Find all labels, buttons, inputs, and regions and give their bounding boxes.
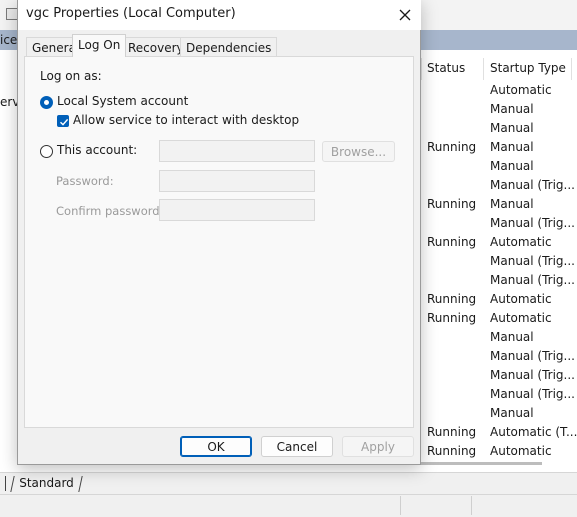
dialog-title-bar[interactable]: vgc Properties (Local Computer) xyxy=(18,0,421,30)
service-startup-type: Manual (Trig... xyxy=(490,387,575,401)
service-status: Running xyxy=(427,197,477,211)
status-bar xyxy=(0,494,577,517)
service-status: Running xyxy=(427,444,477,458)
tab-dependencies[interactable]: Dependencies xyxy=(180,37,278,57)
column-header-startup-type[interactable]: Startup Type xyxy=(490,61,566,75)
service-status: Running xyxy=(427,235,477,249)
service-startup-type: Manual xyxy=(490,102,534,116)
password-label: Password: xyxy=(56,174,114,188)
service-status: Running xyxy=(427,292,477,306)
service-startup-type: Manual xyxy=(490,197,534,211)
service-startup-type: Manual xyxy=(490,121,534,135)
log-on-panel: Log on as: Local System account Allow se… xyxy=(24,56,414,428)
dialog-title: vgc Properties (Local Computer) xyxy=(26,6,236,21)
service-startup-type: Manual xyxy=(490,140,534,154)
tab-log-on[interactable]: Log On xyxy=(72,34,127,57)
column-header-status[interactable]: Status xyxy=(427,61,465,75)
service-startup-type: Manual xyxy=(490,330,534,344)
allow-interact-label[interactable]: Allow service to interact with desktop xyxy=(73,113,299,127)
column-separator[interactable] xyxy=(421,58,422,80)
service-startup-type: Manual (Trig... xyxy=(490,368,575,382)
service-startup-type: Automatic xyxy=(490,444,552,458)
service-startup-type: Automatic xyxy=(490,311,552,325)
service-startup-type: Manual (Trig... xyxy=(490,216,575,230)
view-tabs-bar xyxy=(0,472,577,494)
properties-dialog: vgc Properties (Local Computer) General … xyxy=(17,0,421,465)
service-startup-type: Manual (Trig... xyxy=(490,254,575,268)
local-system-radio[interactable] xyxy=(40,96,53,109)
cancel-button[interactable]: Cancel xyxy=(261,436,333,457)
browse-button[interactable]: Browse... xyxy=(322,141,395,162)
service-startup-type: Automatic xyxy=(490,83,552,97)
service-startup-type: Manual (Trig... xyxy=(490,178,575,192)
tab-standard-label: Standard xyxy=(19,476,74,490)
ok-button[interactable]: OK xyxy=(180,436,252,457)
tab-standard[interactable]: Standard xyxy=(10,476,83,492)
service-status: Running xyxy=(427,311,477,325)
service-startup-type: Manual (Trig... xyxy=(490,349,575,363)
confirm-password-field[interactable] xyxy=(159,199,315,221)
service-startup-type: Automatic (T... xyxy=(490,425,577,439)
column-separator[interactable] xyxy=(483,58,484,80)
status-bar-separator xyxy=(471,496,472,515)
service-startup-type: Automatic xyxy=(490,235,552,249)
log-on-as-label: Log on as: xyxy=(40,69,102,83)
this-account-label[interactable]: This account: xyxy=(57,143,137,157)
service-startup-type: Manual (Trig... xyxy=(490,273,575,287)
apply-button[interactable]: Apply xyxy=(342,436,414,457)
service-startup-type: Manual xyxy=(490,406,534,420)
password-field[interactable] xyxy=(159,170,315,192)
service-status: Running xyxy=(427,140,477,154)
column-separator[interactable] xyxy=(571,58,572,80)
status-bar-separator xyxy=(400,496,401,515)
tab-extended[interactable] xyxy=(0,476,6,491)
close-icon xyxy=(399,9,411,21)
service-startup-type: Manual xyxy=(490,159,534,173)
selected-row-fragment: ice xyxy=(0,33,18,47)
service-startup-type: Automatic xyxy=(490,292,552,306)
allow-interact-checkbox[interactable] xyxy=(57,115,69,127)
checkmark-icon xyxy=(60,118,69,126)
this-account-radio[interactable] xyxy=(40,145,53,158)
local-system-label[interactable]: Local System account xyxy=(57,94,188,108)
service-status: Running xyxy=(427,425,477,439)
account-field[interactable] xyxy=(159,140,315,162)
confirm-password-label: Confirm password: xyxy=(56,204,164,218)
close-button[interactable] xyxy=(391,2,419,28)
